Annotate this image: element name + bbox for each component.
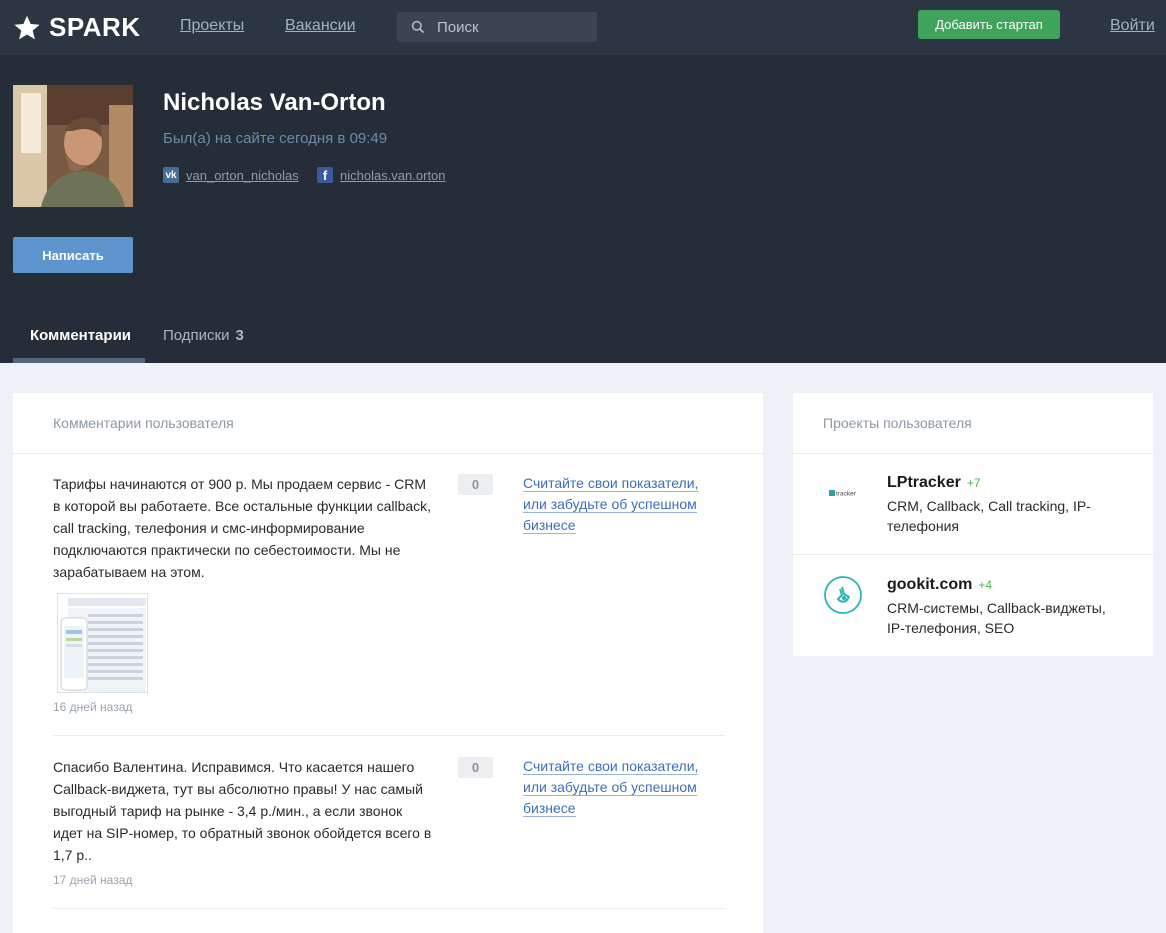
comment-date: 16 дней назад [53, 700, 133, 714]
add-startup-button[interactable]: Добавить стартап [918, 10, 1060, 39]
search-icon [411, 20, 425, 34]
vk-profile-link[interactable]: vk van_orton_nicholas [163, 167, 299, 183]
write-message-button[interactable]: Написать [13, 237, 133, 273]
top-navbar: SPARK Проекты Вакансии Добавить стартап … [0, 0, 1166, 55]
project-name-text: LPtracker [887, 474, 961, 491]
comment-text: Тарифы начинаются от 900 р. Мы продаем с… [53, 476, 432, 580]
comment-post-link-text: Считайте свои показатели, или забудьте о… [523, 758, 699, 817]
lptracker-logo-icon: tracker [823, 473, 863, 513]
project-name[interactable]: gookit.com +4 [887, 576, 992, 594]
projects-card-title: Проекты пользователя [823, 415, 972, 431]
spark-logo[interactable]: SPARK [13, 12, 141, 43]
search-box [397, 12, 597, 42]
comment-date: 17 дней назад [53, 873, 133, 887]
nav-link-vacancies[interactable]: Вакансии [285, 17, 356, 35]
search-input[interactable] [437, 12, 587, 42]
vk-username: van_orton_nicholas [186, 167, 299, 183]
project-score: +4 [978, 578, 993, 592]
divider [53, 735, 725, 736]
login-link[interactable]: Войти [1110, 17, 1155, 35]
project-score: +7 [966, 476, 981, 490]
project-name[interactable]: LPtracker +7 [887, 474, 981, 492]
vote-count-badge[interactable]: 0 [458, 757, 493, 778]
comments-card-title: Комментарии пользователя [53, 415, 234, 431]
star-icon [14, 15, 40, 39]
facebook-icon: f [317, 167, 333, 183]
subscriptions-count: 3 [235, 327, 244, 344]
comment-post-link-text: Считайте свои показатели, или забудьте о… [523, 475, 699, 534]
avatar [13, 85, 133, 207]
comment-post-link[interactable]: Считайте свои показатели, или забудьте о… [523, 473, 723, 536]
divider [793, 453, 1153, 454]
profile-name: Nicholas Van-Orton [163, 89, 386, 116]
user-projects-card: Проекты пользователя tracker LPtracker +7… [793, 393, 1153, 656]
user-comments-card: Комментарии пользователя Тарифы начинают… [13, 393, 763, 933]
tab-subscriptions-label: Подписки [163, 327, 230, 344]
comment-post-link[interactable]: Считайте свои показатели, или забудьте о… [523, 756, 723, 819]
project-description: CRM-системы, Callback-виджеты, IP-телефо… [887, 600, 1106, 636]
divider [793, 554, 1153, 555]
vote-count-badge[interactable]: 0 [458, 474, 493, 495]
gookit-logo-icon [823, 575, 863, 615]
last-seen-status: Был(а) на сайте сегодня в 09:49 [163, 130, 388, 147]
nav-link-projects[interactable]: Проекты [180, 17, 244, 35]
comment-text: Спасибо Валентина. Исправимся. Что касае… [53, 759, 432, 863]
lptracker-logo-text: tracker [836, 491, 857, 498]
facebook-username: nicholas.van.orton [340, 167, 446, 183]
tab-subscriptions[interactable]: Подписки 3 [163, 315, 244, 363]
tab-comments[interactable]: Комментарии [13, 315, 145, 363]
logo-text: SPARK [49, 12, 141, 42]
facebook-profile-link[interactable]: f nicholas.van.orton [317, 167, 446, 183]
divider [13, 453, 763, 454]
comment-attachment-thumbnail[interactable] [57, 593, 148, 693]
profile-header: Nicholas Van-Orton Был(а) на сайте сегод… [0, 55, 1166, 363]
vk-icon: vk [163, 167, 179, 183]
divider [53, 908, 725, 909]
project-description: CRM, Callback, Call tracking, IP-телефон… [887, 498, 1091, 534]
project-name-text: gookit.com [887, 576, 973, 593]
